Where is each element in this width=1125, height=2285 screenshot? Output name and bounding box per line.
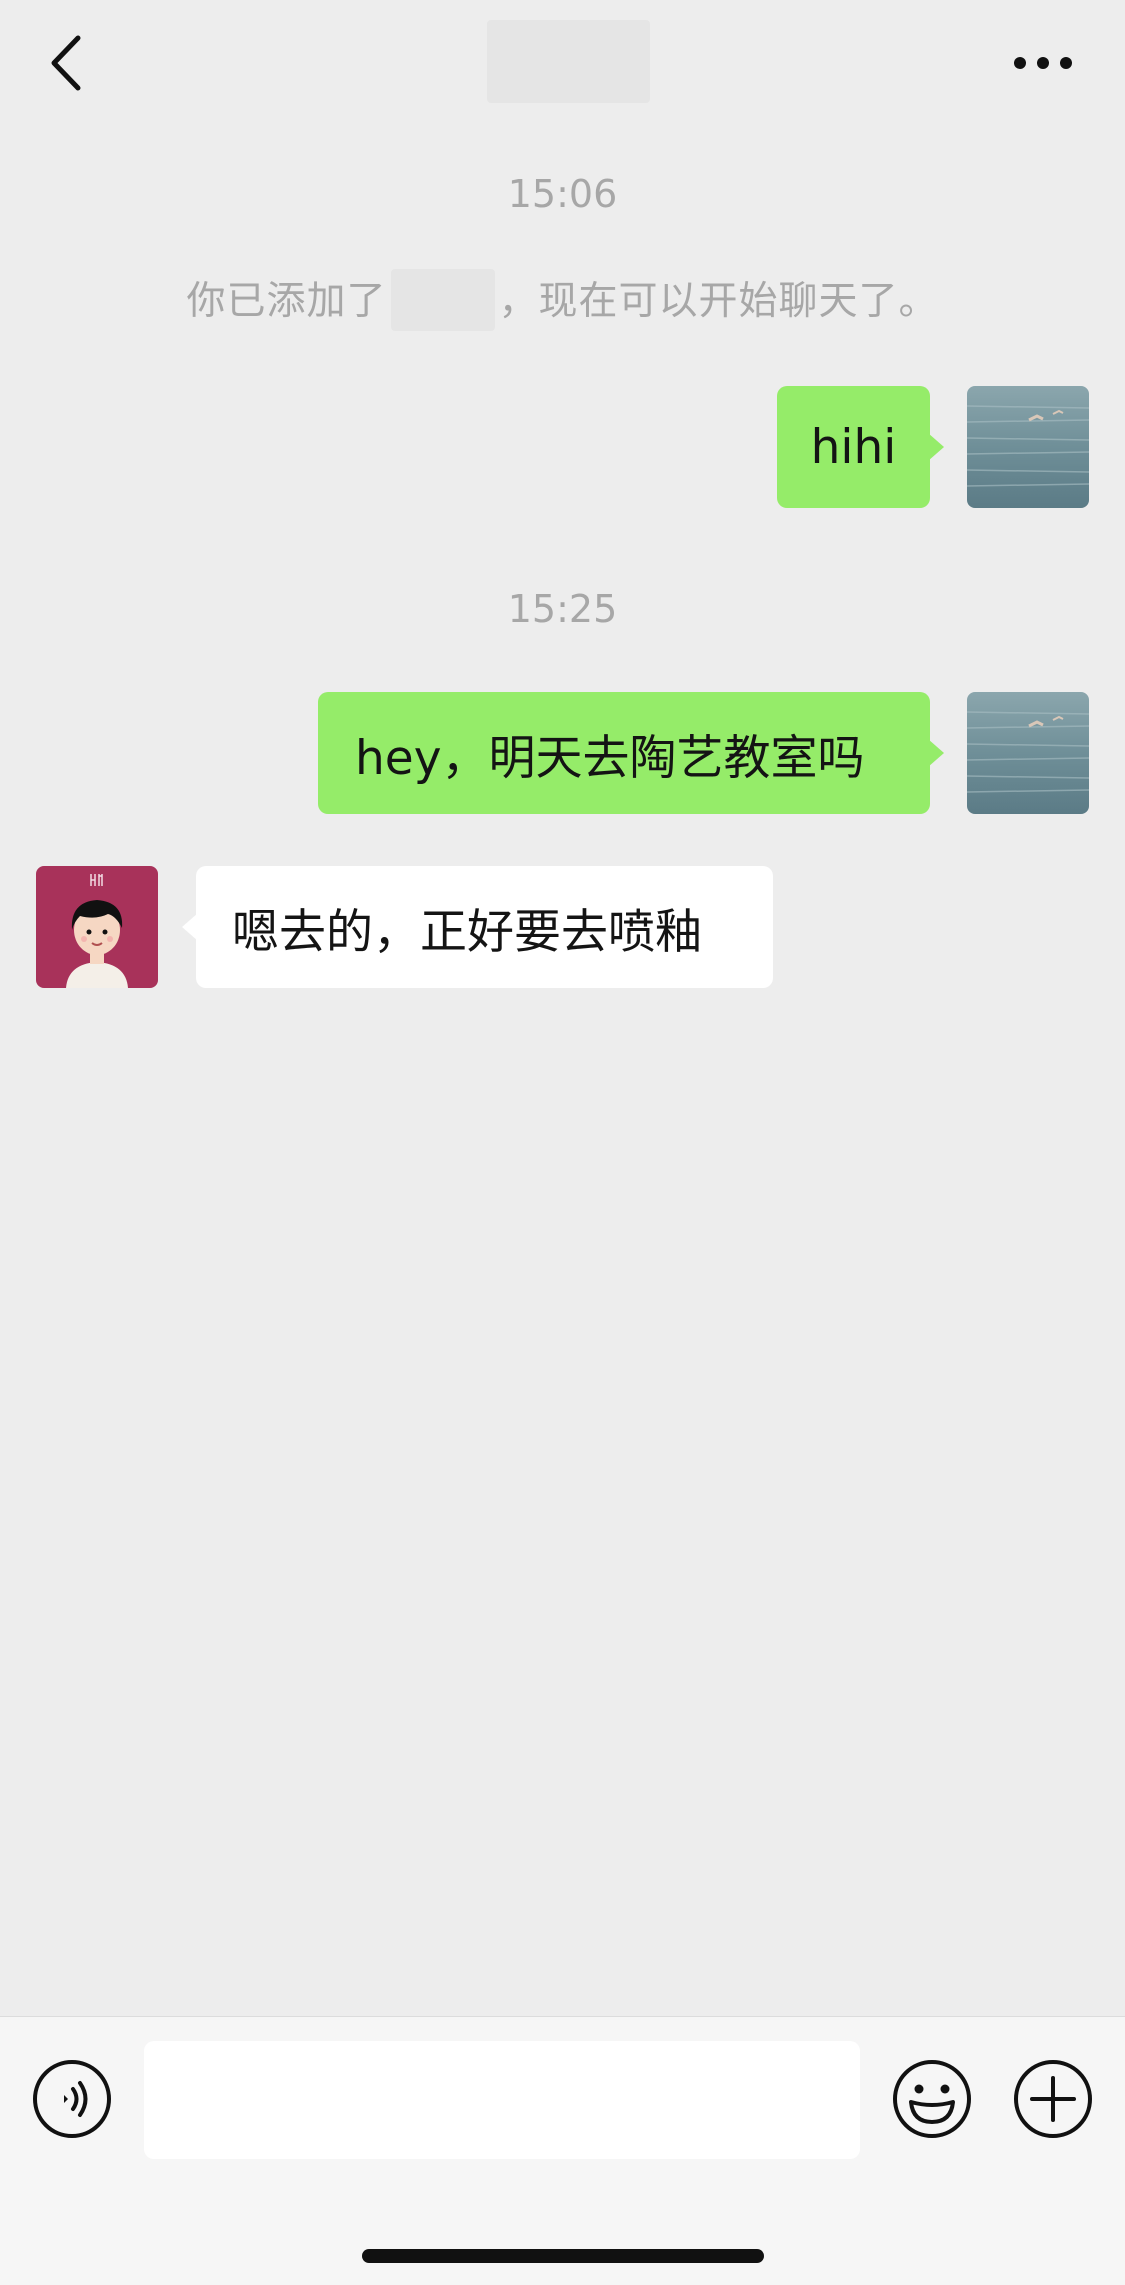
received-message-bubble[interactable]: 嗯去的，正好要去喷釉 — [182, 866, 773, 988]
chevron-left-icon — [51, 35, 81, 91]
timestamp: 15:06 — [507, 172, 618, 216]
chat-title-redacted — [487, 20, 650, 103]
sea-photo-avatar-icon — [967, 692, 1089, 814]
contact-name-redacted — [390, 268, 495, 331]
chat-header — [0, 0, 1125, 126]
my-avatar[interactable] — [967, 386, 1089, 508]
plus-icon — [1014, 2060, 1092, 2138]
cartoon-person-avatar-icon — [36, 866, 158, 988]
input-bar — [0, 2016, 1125, 2285]
message-input[interactable] — [144, 2041, 860, 2159]
sent-message-bubble[interactable]: hihi — [777, 386, 944, 508]
back-button[interactable] — [36, 30, 96, 96]
system-message-prefix: 你已添加了 — [186, 279, 387, 324]
message-text: 嗯去的，正好要去喷釉 — [232, 904, 702, 960]
more-functions-button[interactable] — [1012, 2058, 1094, 2140]
more-options-button[interactable] — [1005, 40, 1081, 86]
sea-photo-avatar-icon — [967, 386, 1089, 508]
message-text: hihi — [810, 419, 897, 475]
system-message-suffix: ，现在可以开始聊天了。 — [498, 279, 939, 324]
my-avatar[interactable] — [967, 692, 1089, 814]
sent-message-bubble[interactable]: hey，明天去陶艺教室吗 — [318, 692, 944, 814]
timestamp: 15:25 — [507, 587, 618, 631]
voice-icon — [33, 2060, 111, 2138]
emoji-button[interactable] — [891, 2058, 973, 2140]
voice-button[interactable] — [31, 2058, 113, 2140]
more-dots-icon — [1014, 57, 1072, 69]
system-message: 你已添加了 ，现在可以开始聊天了。 — [0, 268, 1125, 331]
emoji-icon — [893, 2060, 971, 2138]
message-text: hey，明天去陶艺教室吗 — [355, 730, 865, 786]
home-indicator — [362, 2249, 764, 2263]
contact-avatar[interactable] — [36, 866, 158, 988]
